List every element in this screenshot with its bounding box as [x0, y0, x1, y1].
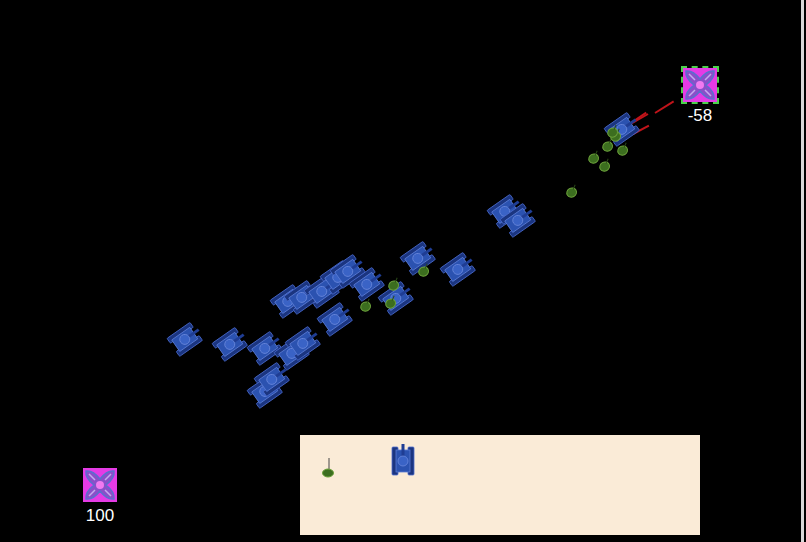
base[interactable]: [682, 67, 718, 103]
soldier-icon[interactable]: [321, 455, 335, 479]
build-panel: [300, 435, 700, 535]
base-health: -58: [670, 106, 730, 126]
tank-unit[interactable]: [397, 237, 439, 276]
base[interactable]: [82, 467, 118, 503]
window-edge: [801, 0, 804, 542]
base-icon: [83, 468, 117, 502]
tank-unit[interactable]: [244, 327, 286, 366]
tank-unit[interactable]: [164, 318, 206, 357]
tank-icon[interactable]: [385, 448, 419, 472]
base-icon: [683, 68, 717, 102]
tank-unit[interactable]: [437, 248, 479, 287]
battlefield[interactable]: -58 100: [0, 0, 806, 542]
soldier-unit[interactable]: [382, 270, 400, 287]
laser-beam: [654, 100, 674, 113]
soldier-unit[interactable]: [560, 177, 578, 194]
tank-unit[interactable]: [209, 323, 251, 362]
soldier-unit[interactable]: [582, 143, 600, 160]
base-health: 100: [70, 506, 130, 526]
